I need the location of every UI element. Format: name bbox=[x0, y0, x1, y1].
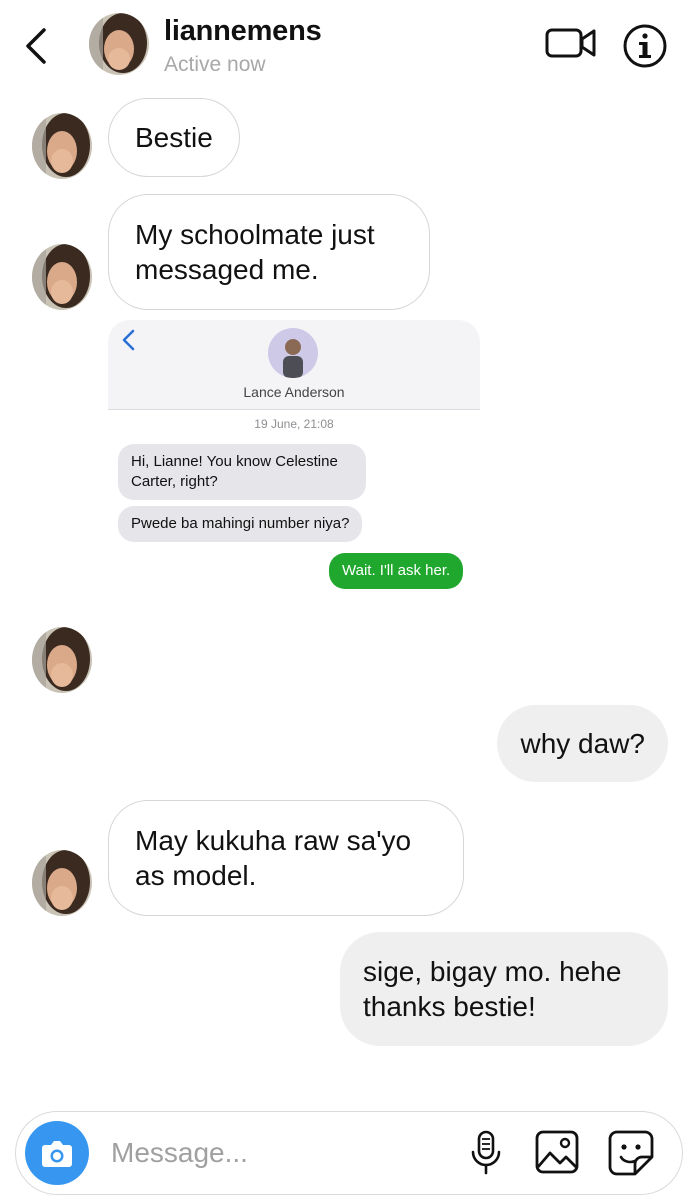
chat-header: liannemens Active now bbox=[0, 0, 697, 92]
video-camera-icon bbox=[545, 28, 596, 58]
message-text: Bestie bbox=[135, 122, 213, 153]
voice-message-button[interactable] bbox=[468, 1129, 504, 1177]
message-text: why daw? bbox=[520, 728, 645, 759]
chat-username[interactable]: liannemens bbox=[164, 15, 322, 48]
message-composer bbox=[15, 1111, 683, 1195]
screenshot-header: Lance Anderson bbox=[108, 320, 480, 410]
message-text: May kukuha raw sa'yo as model. bbox=[135, 825, 412, 891]
sticker-button[interactable] bbox=[607, 1129, 655, 1177]
message-bubble[interactable]: My schoolmate just messaged me. bbox=[108, 194, 430, 310]
sticker-icon bbox=[608, 1130, 654, 1176]
active-status: Active now bbox=[164, 53, 266, 76]
avatar[interactable] bbox=[32, 113, 92, 179]
message-input[interactable] bbox=[111, 1132, 451, 1174]
avatar[interactable] bbox=[32, 244, 92, 310]
shared-screenshot[interactable]: Lance Anderson 19 June, 21:08 Hi, Lianne… bbox=[108, 320, 480, 592]
avatar[interactable] bbox=[89, 13, 149, 75]
message-text: sige, bigay mo. hehe thanks bestie! bbox=[363, 956, 622, 1022]
avatar[interactable] bbox=[32, 627, 92, 693]
chevron-left-icon bbox=[26, 28, 46, 64]
imessage-bubble: Pwede ba mahingi number niya? bbox=[118, 506, 363, 542]
message-bubble[interactable]: Bestie bbox=[108, 98, 240, 177]
camera-icon bbox=[42, 1141, 72, 1167]
imessage-bubble: Hi, Lianne! You know Celestine Carter, r… bbox=[118, 444, 366, 500]
info-icon bbox=[623, 24, 667, 68]
chevron-left-icon bbox=[122, 329, 135, 351]
image-icon bbox=[535, 1130, 579, 1174]
microphone-icon bbox=[471, 1130, 501, 1175]
message-bubble[interactable]: May kukuha raw sa'yo as model. bbox=[108, 800, 464, 916]
contact-avatar bbox=[268, 328, 318, 378]
avatar[interactable] bbox=[32, 850, 92, 916]
gallery-button[interactable] bbox=[534, 1129, 580, 1175]
contact-name: Lance Anderson bbox=[243, 384, 345, 400]
camera-button[interactable] bbox=[25, 1121, 89, 1185]
message-bubble[interactable]: why daw? bbox=[497, 705, 668, 782]
timestamp: 19 June, 21:08 bbox=[254, 417, 334, 431]
video-call-button[interactable] bbox=[545, 26, 597, 62]
imessage-bubble: Wait. I'll ask her. bbox=[329, 553, 464, 589]
message-bubble[interactable]: sige, bigay mo. hehe thanks bestie! bbox=[340, 932, 668, 1046]
back-button[interactable] bbox=[22, 24, 52, 68]
message-text: My schoolmate just messaged me. bbox=[135, 219, 375, 285]
info-button[interactable] bbox=[622, 23, 668, 69]
